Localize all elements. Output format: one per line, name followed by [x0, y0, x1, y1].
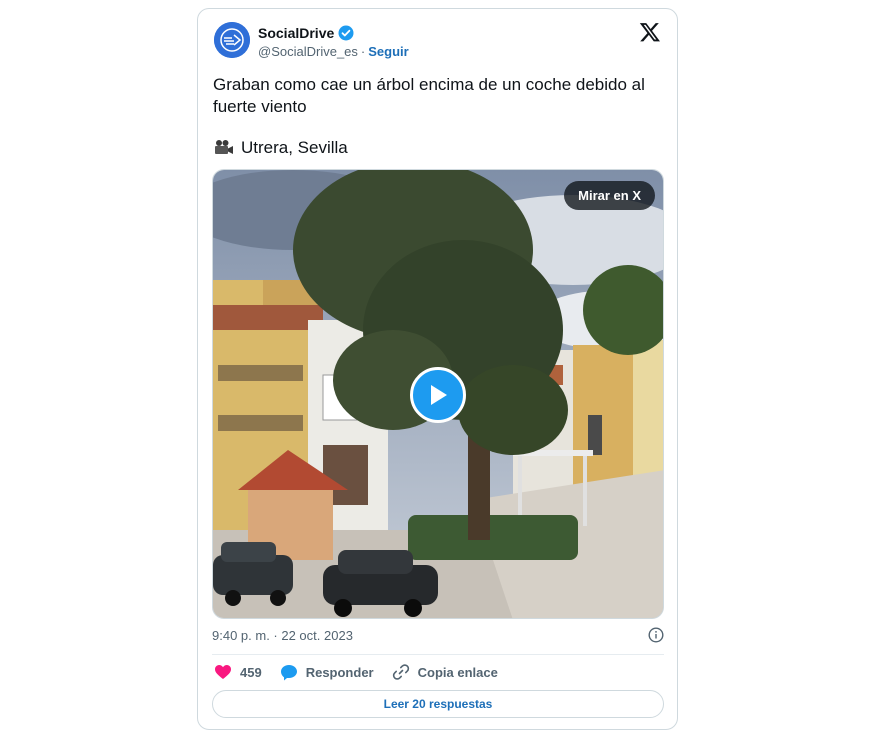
tweet-timestamp[interactable]: 9:40 p. m. · 22 oct. 2023 — [212, 628, 353, 643]
tweet-card: SocialDrive @SocialDrive_es · Seguir Gra… — [197, 8, 678, 730]
copy-link-label: Copia enlace — [417, 664, 498, 680]
verified-badge-icon — [338, 25, 354, 41]
separator-dot: · — [360, 44, 366, 59]
video-camera-icon — [213, 139, 235, 157]
link-icon — [392, 663, 410, 681]
tweet-location: Utrera, Sevilla — [213, 137, 348, 159]
video-player[interactable]: Mirar en X — [212, 169, 664, 619]
watch-on-x-button[interactable]: Mirar en X — [564, 181, 655, 210]
like-count: 459 — [240, 664, 262, 680]
divider — [212, 654, 664, 655]
x-logo-icon[interactable] — [639, 21, 661, 43]
play-icon[interactable] — [410, 367, 466, 423]
reply-button[interactable]: Responder — [280, 664, 374, 681]
author-display-name[interactable]: SocialDrive — [258, 25, 334, 41]
copy-link-button[interactable]: Copia enlace — [392, 663, 498, 681]
author-name-row: SocialDrive — [258, 25, 354, 41]
tweet-meta: 9:40 p. m. · 22 oct. 2023 — [212, 627, 664, 643]
reply-bubble-icon — [280, 664, 298, 681]
tweet-actions: 459 Responder Copia enlace — [214, 663, 516, 681]
tweet-text: Graban como cae un árbol encima de un co… — [213, 75, 645, 116]
follow-button[interactable]: Seguir — [368, 44, 408, 59]
reply-label: Responder — [305, 664, 374, 680]
location-text: Utrera, Sevilla — [241, 138, 348, 157]
like-button[interactable]: 459 — [214, 664, 262, 680]
read-replies-button[interactable]: Leer 20 respuestas — [212, 690, 664, 718]
author-handle[interactable]: @SocialDrive_es — [258, 44, 358, 59]
heart-icon — [214, 664, 232, 680]
avatar[interactable] — [214, 22, 250, 58]
handle-row: @SocialDrive_es · Seguir — [258, 44, 409, 59]
info-icon[interactable] — [648, 627, 664, 643]
